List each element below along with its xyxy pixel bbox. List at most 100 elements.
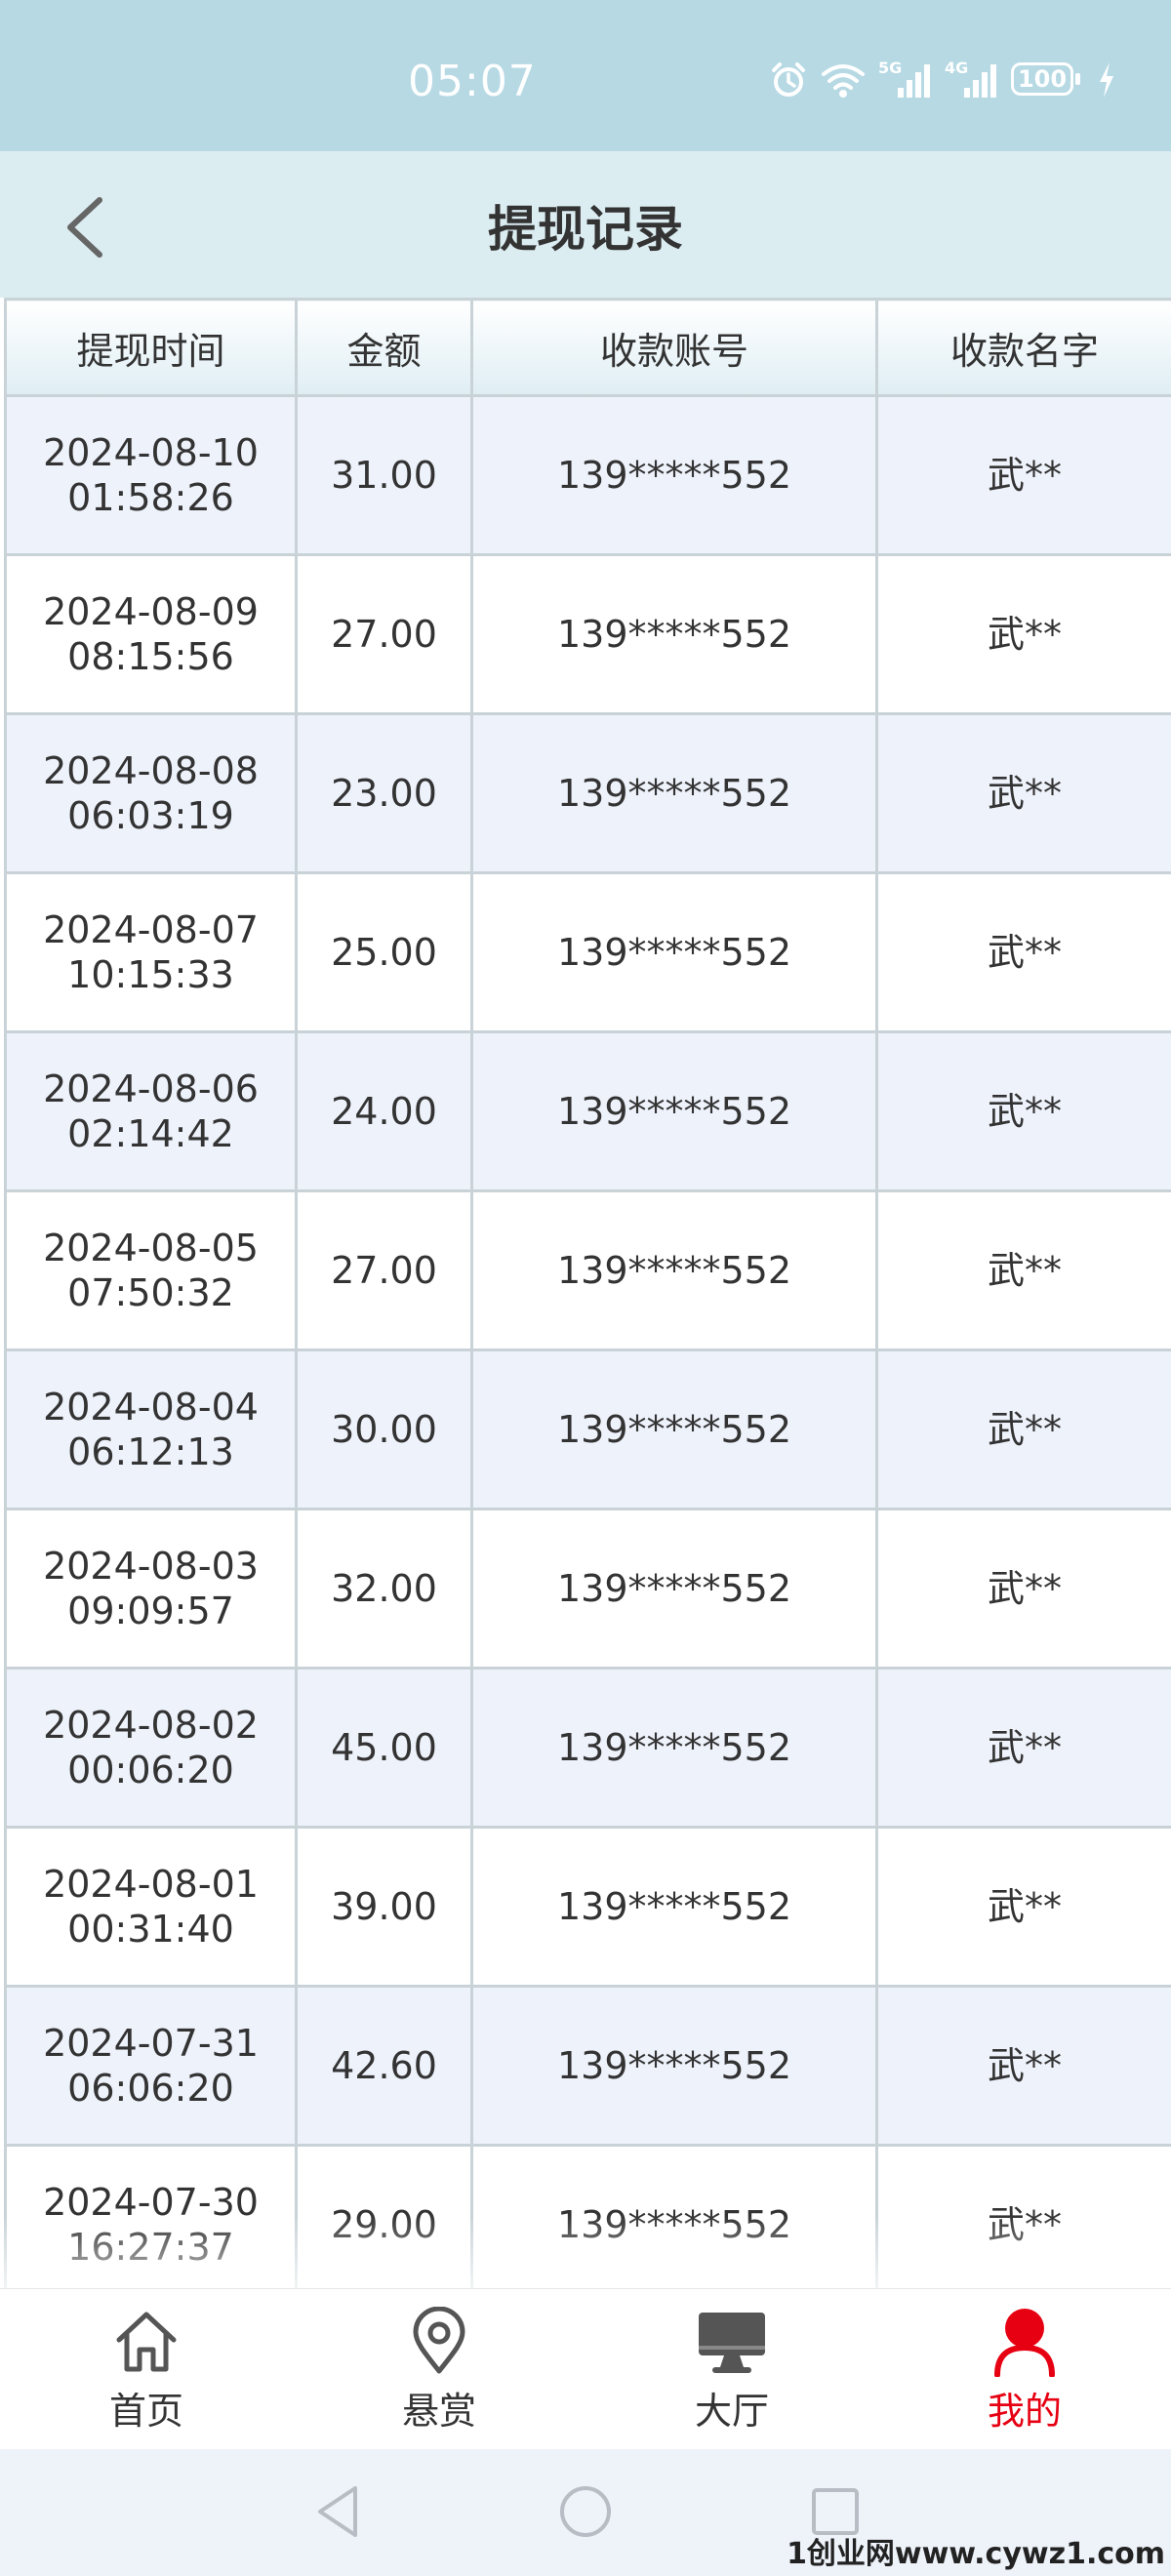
signal-4g-icon: 4G bbox=[945, 59, 999, 100]
status-time: 05:07 bbox=[408, 57, 537, 106]
column-header-account: 收款账号 bbox=[470, 298, 878, 397]
cell-name: 武** bbox=[875, 2144, 1171, 2288]
cell-time-text: 06:12:13 bbox=[67, 1430, 234, 1473]
cell-account: 139*****552 bbox=[470, 1826, 878, 1988]
table-row: 2024-08-04 06:12:13 30.00 139*****552 武** bbox=[4, 1348, 1171, 1510]
nav-item-hall[interactable]: 大厅 bbox=[586, 2307, 878, 2443]
table-row: 2024-08-09 08:15:56 27.00 139*****552 武** bbox=[4, 553, 1171, 715]
user-icon bbox=[994, 2309, 1055, 2377]
cell-date-text: 2024-08-06 bbox=[43, 1067, 259, 1110]
cell-time-text: 00:31:40 bbox=[67, 1908, 234, 1951]
cell-account: 139*****552 bbox=[470, 2144, 878, 2288]
table-row: 2024-07-31 06:06:20 42.60 139*****552 武** bbox=[4, 1985, 1171, 2147]
battery-level: 100 bbox=[1017, 65, 1068, 93]
cell-name: 武** bbox=[875, 1826, 1171, 1988]
table-row: 2024-08-02 00:06:20 45.00 139*****552 武** bbox=[4, 1667, 1171, 1829]
cell-time: 2024-08-06 02:14:42 bbox=[4, 1030, 298, 1192]
cell-time: 2024-07-30 16:27:37 bbox=[4, 2144, 298, 2288]
cell-amount: 23.00 bbox=[295, 712, 473, 874]
system-nav-bar: 1创业网www.cywz1.com bbox=[0, 2449, 1171, 2576]
cell-time-text: 08:15:56 bbox=[67, 635, 234, 678]
cell-amount: 42.60 bbox=[295, 1985, 473, 2147]
cell-date-text: 2024-08-10 bbox=[43, 431, 259, 474]
watermark: 1创业网www.cywz1.com bbox=[787, 2537, 1165, 2571]
bottom-nav: 首页 悬赏 大厅 我的 bbox=[0, 2288, 1171, 2450]
cell-time: 2024-08-05 07:50:32 bbox=[4, 1189, 298, 1351]
cell-name: 武** bbox=[875, 712, 1171, 874]
table-row: 2024-08-03 09:09:57 32.00 139*****552 武** bbox=[4, 1508, 1171, 1670]
column-header-amount: 金额 bbox=[295, 298, 473, 397]
cell-date-text: 2024-08-04 bbox=[43, 1386, 259, 1429]
cell-amount: 27.00 bbox=[295, 1189, 473, 1351]
cell-amount: 31.00 bbox=[295, 394, 473, 556]
cell-account: 139*****552 bbox=[470, 1348, 878, 1510]
charging-icon bbox=[1100, 62, 1113, 98]
nav-item-mine[interactable]: 我的 bbox=[878, 2307, 1171, 2443]
cell-time: 2024-08-04 06:12:13 bbox=[4, 1348, 298, 1510]
column-header-name: 收款名字 bbox=[875, 298, 1171, 397]
cell-amount: 24.00 bbox=[295, 1030, 473, 1192]
cell-name: 武** bbox=[875, 1189, 1171, 1351]
cell-account: 139*****552 bbox=[470, 1667, 878, 1829]
table-row: 2024-08-08 06:03:19 23.00 139*****552 武** bbox=[4, 712, 1171, 874]
cell-account: 139*****552 bbox=[470, 712, 878, 874]
table-header-row: 提现时间 金额 收款账号 收款名字 bbox=[4, 298, 1171, 397]
cell-amount: 29.00 bbox=[295, 2144, 473, 2288]
cell-time-text: 00:06:20 bbox=[67, 1749, 234, 1791]
table-row: 2024-07-30 16:27:37 29.00 139*****552 武** bbox=[4, 2144, 1171, 2288]
cell-time-text: 02:14:42 bbox=[67, 1112, 234, 1155]
back-triangle-icon[interactable] bbox=[310, 2480, 365, 2543]
cell-amount: 32.00 bbox=[295, 1508, 473, 1670]
table-row: 2024-08-07 10:15:33 25.00 139*****552 武** bbox=[4, 871, 1171, 1033]
table-row: 2024-08-10 01:58:26 31.00 139*****552 武** bbox=[4, 394, 1171, 556]
page-title: 提现记录 bbox=[488, 201, 683, 258]
cell-time: 2024-08-02 00:06:20 bbox=[4, 1667, 298, 1829]
cell-time: 2024-08-01 00:31:40 bbox=[4, 1826, 298, 1988]
cell-name: 武** bbox=[875, 1508, 1171, 1670]
cell-time-text: 06:06:20 bbox=[67, 2067, 234, 2110]
cell-name: 武** bbox=[875, 1985, 1171, 2147]
monitor-icon bbox=[699, 2313, 765, 2373]
cell-account: 139*****552 bbox=[470, 394, 878, 556]
cell-time-text: 06:03:19 bbox=[67, 794, 234, 837]
cell-date-text: 2024-07-31 bbox=[43, 2022, 259, 2065]
cell-time: 2024-08-08 06:03:19 bbox=[4, 712, 298, 874]
cell-date-text: 2024-08-01 bbox=[43, 1863, 259, 1906]
cell-time: 2024-08-07 10:15:33 bbox=[4, 871, 298, 1033]
cell-time-text: 01:58:26 bbox=[67, 476, 234, 519]
cell-time: 2024-08-09 08:15:56 bbox=[4, 553, 298, 715]
cell-time: 2024-08-10 01:58:26 bbox=[4, 394, 298, 556]
nav-label-mine: 我的 bbox=[987, 2390, 1062, 2433]
cell-amount: 30.00 bbox=[295, 1348, 473, 1510]
cell-date-text: 2024-08-05 bbox=[43, 1227, 259, 1269]
nav-label-hall: 大厅 bbox=[694, 2390, 769, 2433]
cell-name: 武** bbox=[875, 1030, 1171, 1192]
signal-5g-icon: 5G bbox=[878, 59, 933, 100]
withdrawal-table[interactable]: 提现时间 金额 收款账号 收款名字 2024-08-10 01:58:26 31.0… bbox=[4, 298, 1171, 2288]
table-row: 2024-08-01 00:31:40 39.00 139*****552 武** bbox=[4, 1826, 1171, 1988]
cell-time-text: 16:27:37 bbox=[67, 2226, 234, 2269]
nav-item-home[interactable]: 首页 bbox=[0, 2307, 293, 2443]
cell-account: 139*****552 bbox=[470, 1985, 878, 2147]
cell-name: 武** bbox=[875, 1348, 1171, 1510]
nav-item-reward[interactable]: 悬赏 bbox=[293, 2307, 586, 2443]
wifi-icon bbox=[822, 64, 865, 98]
home-circle-icon[interactable] bbox=[556, 2480, 615, 2543]
status-bar: 05:07 5G 4G 100 bbox=[0, 0, 1171, 151]
cell-amount: 45.00 bbox=[295, 1667, 473, 1829]
cell-name: 武** bbox=[875, 871, 1171, 1033]
alarm-icon bbox=[772, 62, 805, 97]
cell-account: 139*****552 bbox=[470, 871, 878, 1033]
cell-date-text: 2024-08-02 bbox=[43, 1704, 259, 1747]
status-icons: 5G 4G 100 bbox=[769, 59, 1116, 100]
cell-name: 武** bbox=[875, 553, 1171, 715]
table-row: 2024-08-05 07:50:32 27.00 139*****552 武** bbox=[4, 1189, 1171, 1351]
cell-time-text: 07:50:32 bbox=[67, 1271, 234, 1314]
location-pin-icon bbox=[413, 2307, 465, 2374]
cell-account: 139*****552 bbox=[470, 553, 878, 715]
cell-date-text: 2024-08-03 bbox=[43, 1545, 259, 1588]
cell-amount: 25.00 bbox=[295, 871, 473, 1033]
cell-date-text: 2024-08-08 bbox=[43, 749, 259, 792]
cell-date-text: 2024-07-30 bbox=[43, 2181, 259, 2224]
cell-account: 139*****552 bbox=[470, 1189, 878, 1351]
